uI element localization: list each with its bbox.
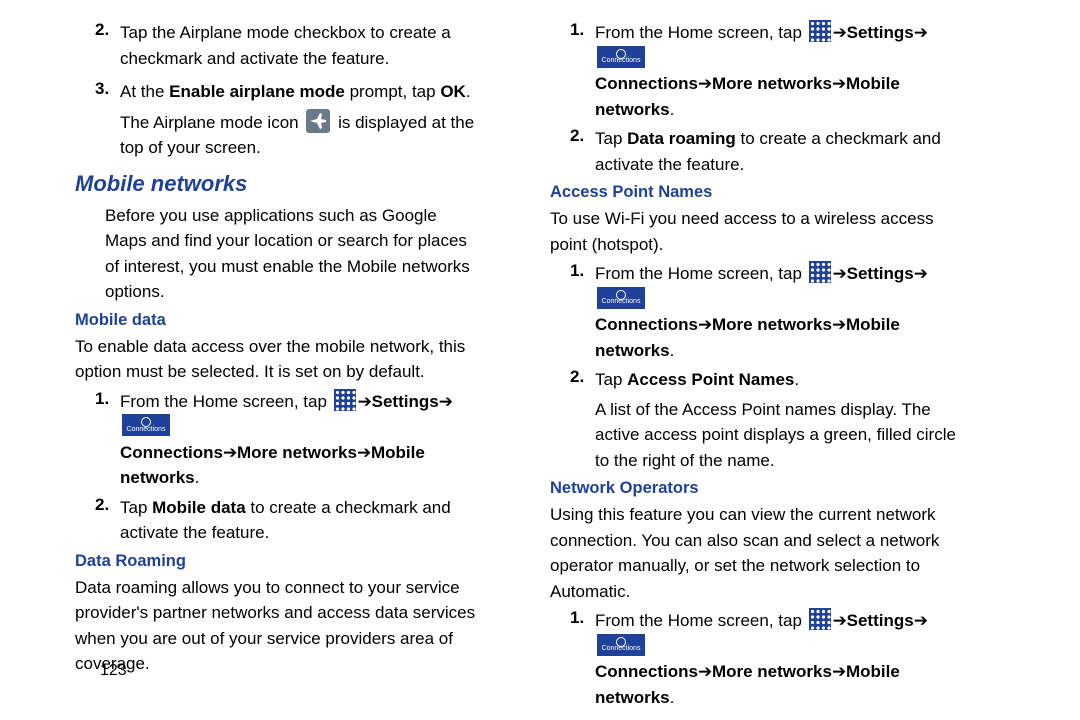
list-text: Tap the Airplane mode checkbox to create… — [120, 20, 480, 71]
list-number: 1. — [95, 389, 120, 491]
right-column: 1. From the Home screen, tap ➔ Settings … — [490, 20, 980, 710]
list-text: From the Home screen, tap ➔ Settings ➔ C… — [120, 389, 480, 491]
page-number: 123 — [100, 662, 127, 680]
data-roaming-heading: Data Roaming — [75, 552, 480, 571]
apps-grid-icon — [809, 608, 831, 630]
mobile-networks-body: Before you use applications such as Goog… — [105, 203, 480, 305]
mobile-data-step-2: 2. Tap Mobile data to create a checkmark… — [95, 495, 480, 546]
list-text: Tap Data roaming to create a checkmark a… — [595, 126, 960, 177]
data-roaming-step-1: 1. From the Home screen, tap ➔ Settings … — [570, 20, 960, 122]
airplane-step-2: 2. Tap the Airplane mode checkbox to cre… — [95, 20, 480, 71]
network-operators-heading: Network Operators — [550, 479, 960, 498]
list-number: 1. — [570, 261, 595, 363]
list-number: 2. — [95, 495, 120, 546]
mobile-data-step-1: 1. From the Home screen, tap ➔ Settings … — [95, 389, 480, 491]
mobile-networks-heading: Mobile networks — [75, 171, 480, 197]
apn-step-2: 2. Tap Access Point Names. A list of the… — [570, 367, 960, 473]
list-text: From the Home screen, tap ➔ Settings ➔ C… — [595, 608, 960, 710]
list-text: Tap Access Point Names. A list of the Ac… — [595, 367, 960, 473]
apn-step-2-detail: A list of the Access Point names display… — [595, 400, 956, 470]
airplane-mode-icon — [306, 109, 330, 133]
apn-heading: Access Point Names — [550, 183, 960, 202]
mobile-data-heading: Mobile data — [75, 311, 480, 330]
data-roaming-body: Data roaming allows you to connect to yo… — [75, 575, 480, 677]
list-text: From the Home screen, tap ➔ Settings ➔ C… — [595, 261, 960, 363]
list-number: 2. — [570, 367, 595, 473]
list-number: 1. — [570, 608, 595, 710]
data-roaming-step-2: 2. Tap Data roaming to create a checkmar… — [570, 126, 960, 177]
list-number: 3. — [95, 79, 120, 161]
apps-grid-icon — [334, 389, 356, 411]
list-text: From the Home screen, tap ➔ Settings ➔ C… — [595, 20, 960, 122]
connections-icon — [597, 46, 645, 68]
left-column: 2. Tap the Airplane mode checkbox to cre… — [0, 20, 490, 710]
apps-grid-icon — [809, 20, 831, 42]
airplane-step-3: 3. At the Enable airplane mode prompt, t… — [95, 79, 480, 161]
list-text: Tap Mobile data to create a checkmark an… — [120, 495, 480, 546]
connections-icon — [597, 634, 645, 656]
mobile-data-body: To enable data access over the mobile ne… — [75, 334, 480, 385]
apn-step-1: 1. From the Home screen, tap ➔ Settings … — [570, 261, 960, 363]
list-text: At the Enable airplane mode prompt, tap … — [120, 79, 480, 161]
connections-icon — [597, 287, 645, 309]
apn-body: To use Wi-Fi you need access to a wirele… — [550, 206, 960, 257]
list-number: 2. — [570, 126, 595, 177]
connections-icon — [122, 414, 170, 436]
list-number: 2. — [95, 20, 120, 71]
page-columns: 2. Tap the Airplane mode checkbox to cre… — [0, 0, 1080, 710]
network-operators-body: Using this feature you can view the curr… — [550, 502, 960, 604]
list-number: 1. — [570, 20, 595, 122]
apps-grid-icon — [809, 261, 831, 283]
network-operators-step-1: 1. From the Home screen, tap ➔ Settings … — [570, 608, 960, 710]
